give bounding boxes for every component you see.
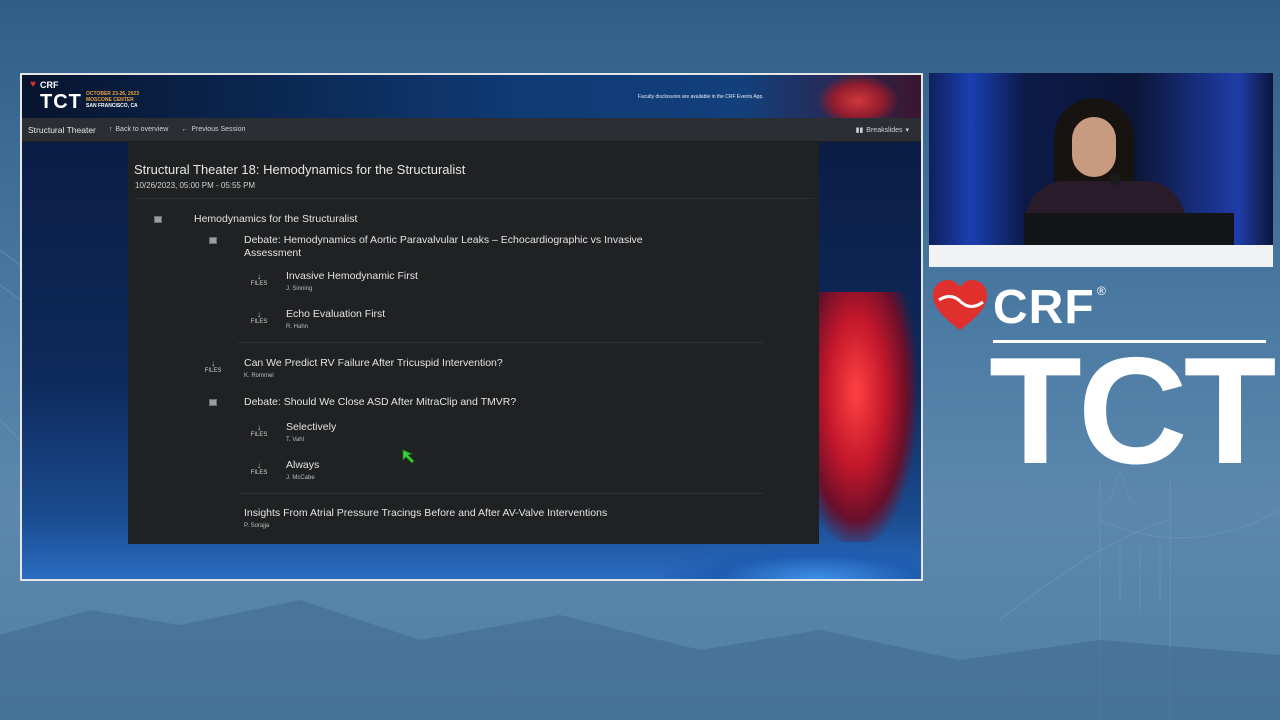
speaker-face [1072,117,1116,177]
heart-graphic [818,75,898,118]
breakslides-label: Breakslides [866,126,903,134]
speaker-name: T. Vahl [286,437,304,443]
cursor-arrow-icon [402,449,415,464]
files-download-button[interactable]: ↓ FILES [202,359,224,375]
nav-brand[interactable]: Structural Theater [28,125,96,135]
breakslides-dropdown[interactable]: ▮▮ Breakslides ▾ [855,126,909,135]
files-download-button[interactable]: ↓ FILES [248,423,270,439]
session-datetime: 10/26/2023, 05:00 PM - 05:55 PM [135,181,256,190]
divider [238,342,763,343]
crf-logo-text: CRF [40,80,59,90]
files-label: FILES [204,368,222,374]
arrow-left-icon: ← [181,126,189,133]
speaker-name: P. Sorajja [244,523,270,529]
columns-icon: ▮▮ [855,127,864,134]
speaker-name: J. McCabe [286,475,315,481]
talk-title[interactable]: Selectively [286,421,336,433]
files-label: FILES [250,432,268,438]
tct-logo-text: TCT [40,91,82,113]
event-banner: ♥ CRF TCT OCTOBER 23-26, 2023 MOSCONE CE… [22,75,921,118]
talk-title[interactable]: Invasive Hemodynamic First [286,270,418,282]
speaker-name: K. Rommel [244,373,274,379]
talk-title[interactable]: Can We Predict RV Failure After Tricuspi… [244,357,503,369]
slides-icon[interactable] [154,216,162,223]
session-title: Structural Theater 18: Hemodynamics for … [134,162,466,177]
files-label: FILES [250,470,268,476]
divider [238,493,763,494]
tct-logo-text: TCT [989,326,1276,496]
files-download-button[interactable]: ↓ FILES [248,310,270,326]
download-icon: ↓ [257,461,261,470]
hands-graphic [662,542,921,579]
talk-title[interactable]: Insights From Atrial Pressure Tracings B… [244,507,607,519]
talk-title[interactable]: Always [286,459,319,471]
slides-icon[interactable] [209,399,217,406]
files-label: FILES [250,319,268,325]
back-to-overview-label: Back to overview [115,126,169,133]
previous-session-label: Previous Session [191,126,246,133]
download-icon: ↓ [257,272,261,281]
heart-graphic [816,292,916,542]
speaker-video [929,73,1273,267]
caret-down-icon: ▾ [905,127,909,134]
section-title[interactable]: Hemodynamics for the Structuralist [194,213,357,225]
registered-mark: ® [1097,284,1106,298]
main-screen: ♥ CRF TCT OCTOBER 23-26, 2023 MOSCONE CE… [20,73,923,581]
navbar: Structural Theater ↑ Back to overview ← … [22,118,921,142]
files-download-button[interactable]: ↓ FILES [248,461,270,477]
download-icon: ↓ [257,310,261,319]
previous-session-link[interactable]: ← Previous Session [181,126,245,133]
speaker-name: R. Hahn [286,324,309,330]
download-icon: ↓ [257,423,261,432]
back-to-overview-link[interactable]: ↑ Back to overview [109,126,168,133]
files-download-button[interactable]: ↓ FILES [248,272,270,288]
event-city: SAN FRANCISCO, CA [86,103,138,109]
content-stage: Structural Theater 18: Hemodynamics for … [22,142,921,579]
slides-icon[interactable] [209,237,217,244]
session-panel: Structural Theater 18: Hemodynamics for … [128,142,819,544]
arrow-up-icon: ↑ [108,126,113,133]
disclosure-text: Faculty disclosures are available in the… [638,94,764,100]
debate-title[interactable]: Debate: Should We Close ASD After MitraC… [244,396,516,408]
speaker-name: J. Sinning [286,286,313,292]
event-info: OCTOBER 23-26, 2023 MOSCONE CENTER SAN F… [86,91,139,109]
download-icon: ↓ [211,359,215,368]
heart-icon: ♥ [30,79,36,90]
microphone-icon [1109,173,1121,185]
files-label: FILES [250,281,268,287]
tct-logo-small: ♥ CRF TCT [28,80,88,114]
podium [1024,213,1234,245]
heart-icon [933,280,987,330]
crf-tct-brand: CRF ® TCT [931,278,1276,496]
debate-title[interactable]: Debate: Hemodynamics of Aortic Paravalvu… [244,234,684,260]
talk-title[interactable]: Echo Evaluation First [286,308,385,320]
divider [134,198,814,199]
